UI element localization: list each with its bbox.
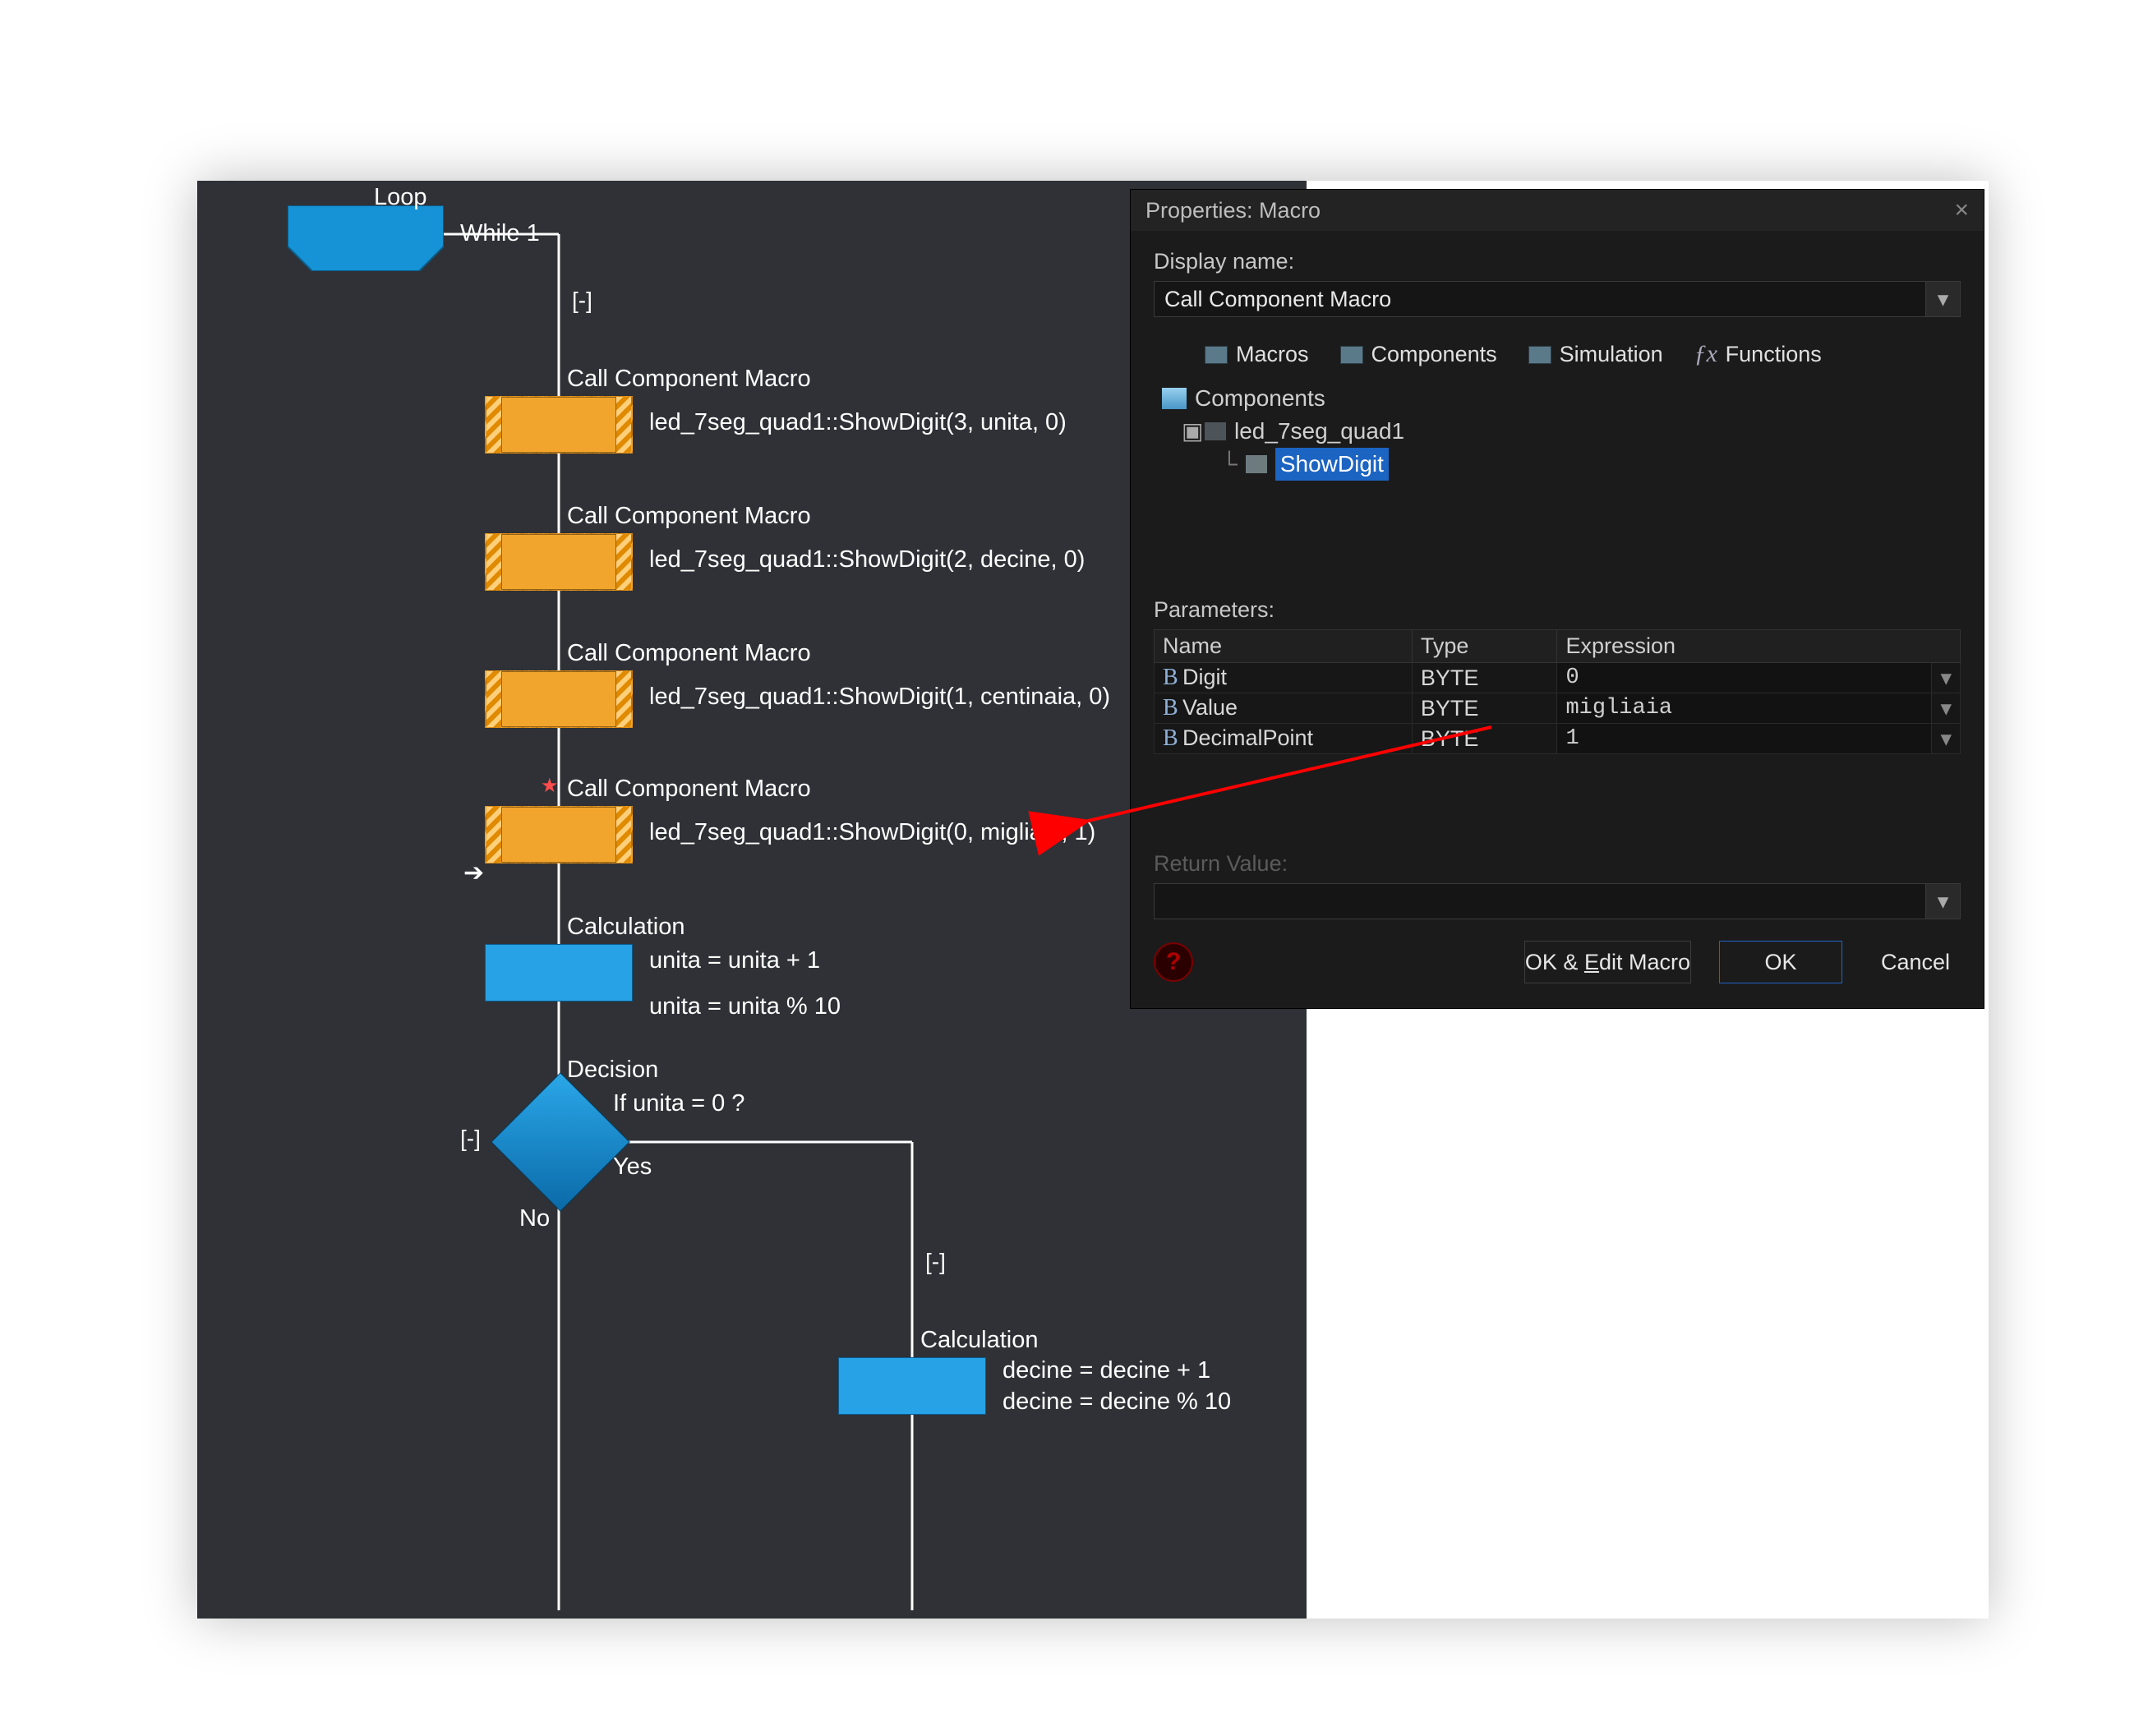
display-name-dropdown[interactable]: ▾ xyxy=(1926,281,1961,317)
properties-dialog: Properties: Macro × Display name: ▾ Macr… xyxy=(1130,189,1984,1009)
macro4-title: Call Component Macro xyxy=(567,776,811,803)
decision-no: No xyxy=(519,1205,550,1232)
param-row-decimalpoint[interactable]: BDecimalPoint BYTE 1 ▾ xyxy=(1155,724,1961,754)
dialog-titlebar[interactable]: Properties: Macro × xyxy=(1131,190,1984,231)
macro3-block[interactable] xyxy=(485,670,633,728)
macro1-block[interactable] xyxy=(485,396,633,454)
display-name-input[interactable] xyxy=(1154,281,1926,317)
macro4-expression: led_7seg_quad1::ShowDigit(0, migliaia, 1… xyxy=(649,819,1095,846)
functions-icon: ƒx xyxy=(1694,346,1717,364)
tree-node-led7seg[interactable]: ▣ led_7seg_quad1 xyxy=(1162,415,1961,448)
decision-block[interactable] xyxy=(491,1072,630,1212)
macro3-expression: led_7seg_quad1::ShowDigit(1, centinaia, … xyxy=(649,684,1110,711)
close-icon[interactable]: × xyxy=(1954,196,1969,224)
param-expr-decimalpoint[interactable]: 1 xyxy=(1557,724,1932,754)
macro1-title: Call Component Macro xyxy=(567,366,811,393)
param-dropdown-decimalpoint[interactable]: ▾ xyxy=(1932,724,1961,754)
loop-condition: While 1 xyxy=(460,220,540,247)
tree-root[interactable]: Components xyxy=(1162,382,1961,415)
return-value-label: Return Value: xyxy=(1154,851,1961,877)
param-dropdown-digit[interactable]: ▾ xyxy=(1932,663,1961,693)
param-expr-value[interactable]: migliaia xyxy=(1557,693,1932,724)
param-row-digit[interactable]: BDigit BYTE 0 ▾ xyxy=(1155,663,1961,693)
param-header-type: Type xyxy=(1412,630,1557,663)
decision-condition: If unita = 0 ? xyxy=(613,1090,744,1117)
macro4-block[interactable] xyxy=(485,806,633,863)
ok-edit-macro-button[interactable]: OK & Edit Macro xyxy=(1524,941,1691,983)
breakpoint-star-icon: ★ xyxy=(541,774,559,798)
macros-icon xyxy=(1205,346,1228,364)
ok-button[interactable]: OK xyxy=(1719,941,1842,983)
tab-components[interactable]: Components xyxy=(1340,342,1497,367)
macro2-block[interactable] xyxy=(485,533,633,591)
source-tabs: Macros Components Simulation ƒx Function… xyxy=(1205,342,1961,367)
macro2-expression: led_7seg_quad1::ShowDigit(2, decine, 0) xyxy=(649,546,1085,573)
param-row-value[interactable]: BValue BYTE migliaia ▾ xyxy=(1155,693,1961,724)
decision-collapse-right[interactable]: [-] xyxy=(925,1249,946,1275)
current-step-arrow-icon: ➔ xyxy=(463,859,484,887)
macro2-title: Call Component Macro xyxy=(567,503,811,530)
loop-block[interactable] xyxy=(288,205,444,271)
param-header-name: Name xyxy=(1155,630,1413,663)
calc2-title: Calculation xyxy=(920,1327,1038,1354)
macro1-expression: led_7seg_quad1::ShowDigit(3, unita, 0) xyxy=(649,409,1067,436)
cancel-button[interactable]: Cancel xyxy=(1870,941,1961,983)
calc2-line1: decine = decine + 1 xyxy=(1003,1357,1210,1384)
param-header-row: Name Type Expression xyxy=(1155,630,1961,663)
calc1-title: Calculation xyxy=(567,914,685,941)
decision-title: Decision xyxy=(567,1057,658,1084)
tab-macros[interactable]: Macros xyxy=(1205,342,1309,367)
tree-collapse-icon[interactable]: ▣ xyxy=(1182,415,1196,448)
calc2-line2: decine = decine % 10 xyxy=(1003,1388,1231,1416)
return-value-dropdown[interactable]: ▾ xyxy=(1926,883,1961,919)
decision-collapse-left[interactable]: [-] xyxy=(460,1126,481,1152)
tree-leaf-showdigit[interactable]: └ ShowDigit xyxy=(1162,448,1961,481)
parameters-table: Name Type Expression BDigit BYTE 0 ▾ BVa… xyxy=(1154,629,1961,754)
tab-functions[interactable]: ƒx Functions xyxy=(1694,342,1822,367)
dialog-title: Properties: Macro xyxy=(1145,198,1321,223)
help-button[interactable]: ? xyxy=(1154,942,1193,982)
param-header-expr: Expression xyxy=(1557,630,1961,663)
return-value-input xyxy=(1154,883,1926,919)
display-name-label: Display name: xyxy=(1154,249,1961,274)
param-expr-digit[interactable]: 0 xyxy=(1557,663,1932,693)
simulation-icon xyxy=(1528,346,1551,364)
parameters-label: Parameters: xyxy=(1154,597,1961,623)
component-tree[interactable]: Components ▣ led_7seg_quad1 └ ShowDigit xyxy=(1162,382,1961,481)
decision-yes: Yes xyxy=(613,1153,652,1181)
calc1-line2: unita = unita % 10 xyxy=(649,993,841,1020)
folder-icon xyxy=(1205,422,1226,440)
loop-label: Loop xyxy=(374,184,427,211)
calc2-block[interactable] xyxy=(838,1357,986,1415)
components-icon xyxy=(1340,346,1363,364)
collapse-toggle[interactable]: [-] xyxy=(572,288,592,314)
param-dropdown-value[interactable]: ▾ xyxy=(1932,693,1961,724)
method-icon xyxy=(1246,455,1267,473)
tab-simulation[interactable]: Simulation xyxy=(1528,342,1663,367)
calc1-line1: unita = unita + 1 xyxy=(649,947,820,974)
calc1-block[interactable] xyxy=(485,944,633,1002)
macro3-title: Call Component Macro xyxy=(567,640,811,667)
components-root-icon xyxy=(1162,388,1187,409)
